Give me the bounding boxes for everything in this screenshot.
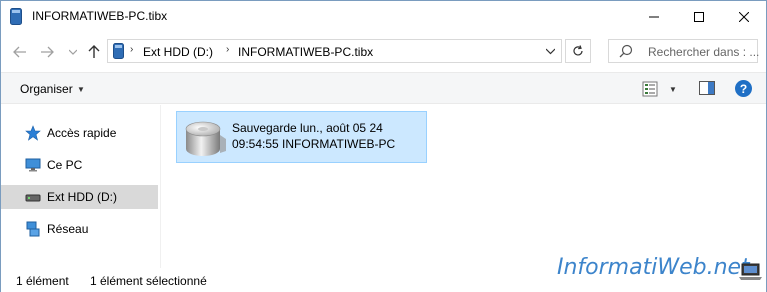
window-title: INFORMATIWEB-PC.tibx [32,9,168,23]
minimize-button[interactable] [631,1,677,32]
sidebar-item-label: Réseau [47,222,89,236]
address-history-button[interactable] [545,44,556,61]
command-bar: Organiser ▼ ▼ ? [1,72,766,104]
watermark-logo: InformatiWeb.net [557,255,750,280]
sidebar-item-network[interactable]: Réseau [1,217,158,241]
star-icon [25,125,41,141]
selection-count: 1 élément sélectionné [90,274,207,288]
arrow-left-icon [13,46,26,58]
chevron-down-icon [545,48,556,55]
organise-button[interactable]: Organiser [20,82,73,96]
breadcrumb-drive[interactable]: Ext HDD (D:) [143,45,213,59]
drive-icon [25,194,41,202]
preview-pane-icon[interactable] [699,81,715,95]
close-button[interactable] [721,1,767,32]
file-item-backup[interactable]: Sauvegarde lun., août 05 24 09:54:55 INF… [176,111,427,163]
refresh-icon [573,45,583,56]
explorer-window: INFORMATIWEB-PC.tibx › Ext HDD (D:) › IN… [0,0,767,292]
archive-file-icon [10,8,22,25]
caret-down-icon[interactable]: ▼ [669,85,677,94]
recent-locations-button[interactable] [63,41,83,63]
navigation-pane: Accès rapide Ce PC Ext HDD (D:) Réseau [1,105,161,268]
file-name-line2: 09:54:55 INFORMATIWEB-PC [232,137,396,151]
breadcrumb-file[interactable]: INFORMATIWEB-PC.tibx [238,45,373,59]
refresh-button[interactable] [565,39,591,63]
address-bar[interactable]: › Ext HDD (D:) › INFORMATIWEB-PC.tibx [107,39,562,63]
archive-file-icon [113,43,124,59]
minimize-icon [649,16,659,17]
item-count: 1 élément [16,274,69,288]
search-box[interactable]: Rechercher dans : ... [608,39,759,63]
arrow-up-icon [88,45,100,58]
search-icon [619,44,633,58]
computer-icon [25,158,41,172]
backup-disk-icon [185,121,226,156]
search-input[interactable]: Rechercher dans : ... [648,45,759,59]
sidebar-item-label: Ext HDD (D:) [47,190,117,204]
sidebar-item-ext-hdd[interactable]: Ext HDD (D:) [1,185,158,209]
arrow-right-icon [41,46,54,58]
title-bar[interactable]: INFORMATIWEB-PC.tibx [1,1,766,32]
file-name-line1: Sauvegarde lun., août 05 24 [232,121,383,135]
chevron-right-icon[interactable]: › [226,44,229,55]
forward-button[interactable] [37,41,57,63]
caret-down-icon[interactable]: ▼ [77,85,85,94]
sidebar-item-label: Ce PC [47,158,83,172]
maximize-icon [694,11,704,22]
file-list: Sauvegarde lun., août 05 24 09:54:55 INF… [162,105,766,268]
sidebar-item-quick-access[interactable]: Accès rapide [1,121,158,145]
maximize-button[interactable] [676,1,722,32]
up-button[interactable] [84,41,104,63]
navigation-bar: › Ext HDD (D:) › INFORMATIWEB-PC.tibx Re… [1,32,766,72]
laptop-icon [739,263,762,280]
help-icon[interactable]: ? [735,80,752,97]
sidebar-item-this-pc[interactable]: Ce PC [1,153,158,177]
back-button[interactable] [10,41,30,63]
chevron-right-icon[interactable]: › [130,44,133,55]
network-icon [26,221,40,237]
chevron-down-icon [69,49,77,55]
view-details-icon[interactable] [642,81,658,97]
close-icon [739,11,749,22]
sidebar-item-label: Accès rapide [47,126,117,140]
